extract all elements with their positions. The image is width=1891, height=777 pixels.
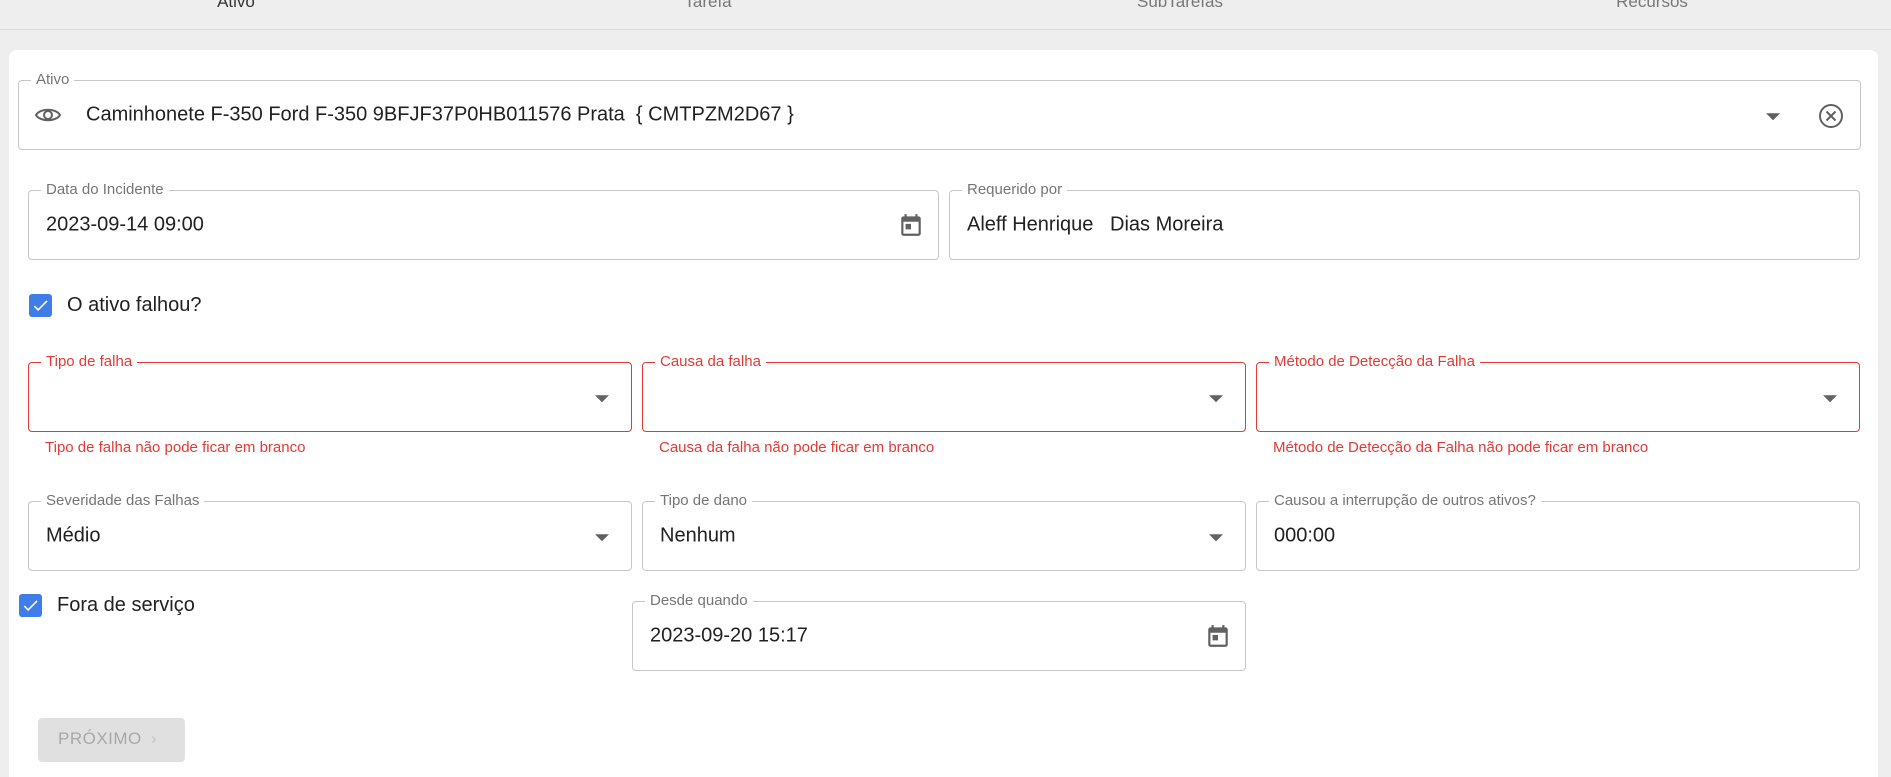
dropdown-arrow-icon[interactable] [1766, 113, 1780, 121]
incident-date-value: 2023-09-14 09:00 [46, 213, 204, 236]
dropdown-arrow-icon[interactable] [595, 395, 609, 403]
clear-circle-icon[interactable] [1817, 102, 1845, 135]
next-button[interactable]: PRÓXIMO › [38, 718, 185, 762]
dropdown-arrow-icon[interactable] [1209, 395, 1223, 403]
since-when-value: 2023-09-20 15:17 [650, 624, 808, 647]
asset-failed-checkbox[interactable] [29, 294, 52, 317]
interruption-value: 000:00 [1274, 524, 1336, 547]
calendar-icon[interactable] [898, 212, 924, 238]
check-icon [33, 300, 48, 312]
interruption-field[interactable]: Causou a interrupção de outros ativos? 0… [1256, 492, 1860, 571]
failure-cause-select[interactable]: Causa da falha [642, 353, 1246, 432]
interruption-label: Causou a interrupção de outros ativos? [1269, 492, 1541, 510]
severity-label: Severidade das Falhas [41, 492, 205, 510]
asset-label: Ativo [31, 71, 75, 89]
failure-type-label: Tipo de falha [41, 353, 138, 371]
since-when-label: Desde quando [645, 592, 753, 610]
damage-type-value: Nenhum [660, 524, 736, 547]
requested-by-field[interactable]: Requerido por Aleff Henrique Dias Moreir… [949, 181, 1860, 260]
severity-value: Médio [46, 524, 101, 547]
dropdown-arrow-icon[interactable] [595, 534, 609, 542]
severity-select[interactable]: Severidade das Falhas Médio [28, 492, 632, 571]
incident-date-label: Data do Incidente [41, 181, 169, 199]
dropdown-arrow-icon[interactable] [1209, 534, 1223, 542]
out-of-service-checkbox[interactable] [19, 594, 42, 617]
failure-cause-error: Causa da falha não pode ficar em branco [659, 439, 935, 456]
tab-recursos[interactable]: Recursos [1552, 0, 1752, 12]
check-icon [23, 600, 38, 612]
failure-cause-label: Causa da falha [655, 353, 766, 371]
asset-value: Caminhonete F-350 Ford F-350 9BFJF37P0HB… [86, 103, 794, 126]
since-when-field[interactable]: Desde quando 2023-09-20 15:17 [632, 592, 1246, 671]
damage-type-select[interactable]: Tipo de dano Nenhum [642, 492, 1246, 571]
incident-date-field[interactable]: Data do Incidente 2023-09-14 09:00 [28, 181, 939, 260]
tab-ativo[interactable]: Ativo [136, 0, 336, 12]
tab-tarefa[interactable]: Tarefa [608, 0, 808, 12]
next-button-label: PRÓXIMO [58, 729, 142, 748]
eye-icon[interactable] [34, 103, 62, 132]
requested-by-label: Requerido por [962, 181, 1068, 199]
dropdown-arrow-icon[interactable] [1823, 395, 1837, 403]
failure-type-error: Tipo de falha não pode ficar em branco [45, 439, 306, 456]
detection-method-label: Método de Detecção da Falha [1269, 353, 1480, 371]
calendar-icon[interactable] [1205, 623, 1231, 649]
asset-select[interactable]: Ativo Caminhonete F-350 Ford F-350 9BFJF… [18, 71, 1861, 150]
tab-subtarefas[interactable]: SubTarefas [1080, 0, 1280, 12]
detection-method-error: Método de Detecção da Falha não pode fic… [1273, 439, 1649, 456]
detection-method-select[interactable]: Método de Detecção da Falha [1256, 353, 1860, 432]
chevron-right-icon: › [151, 729, 158, 748]
requested-by-value: Aleff Henrique Dias Moreira [967, 213, 1224, 236]
tab-bar: Ativo Tarefa SubTarefas Recursos [0, 0, 1891, 30]
failure-type-select[interactable]: Tipo de falha [28, 353, 632, 432]
damage-type-label: Tipo de dano [655, 492, 753, 510]
out-of-service-label: Fora de serviço [57, 594, 195, 616]
asset-failed-label: O ativo falhou? [67, 294, 202, 316]
